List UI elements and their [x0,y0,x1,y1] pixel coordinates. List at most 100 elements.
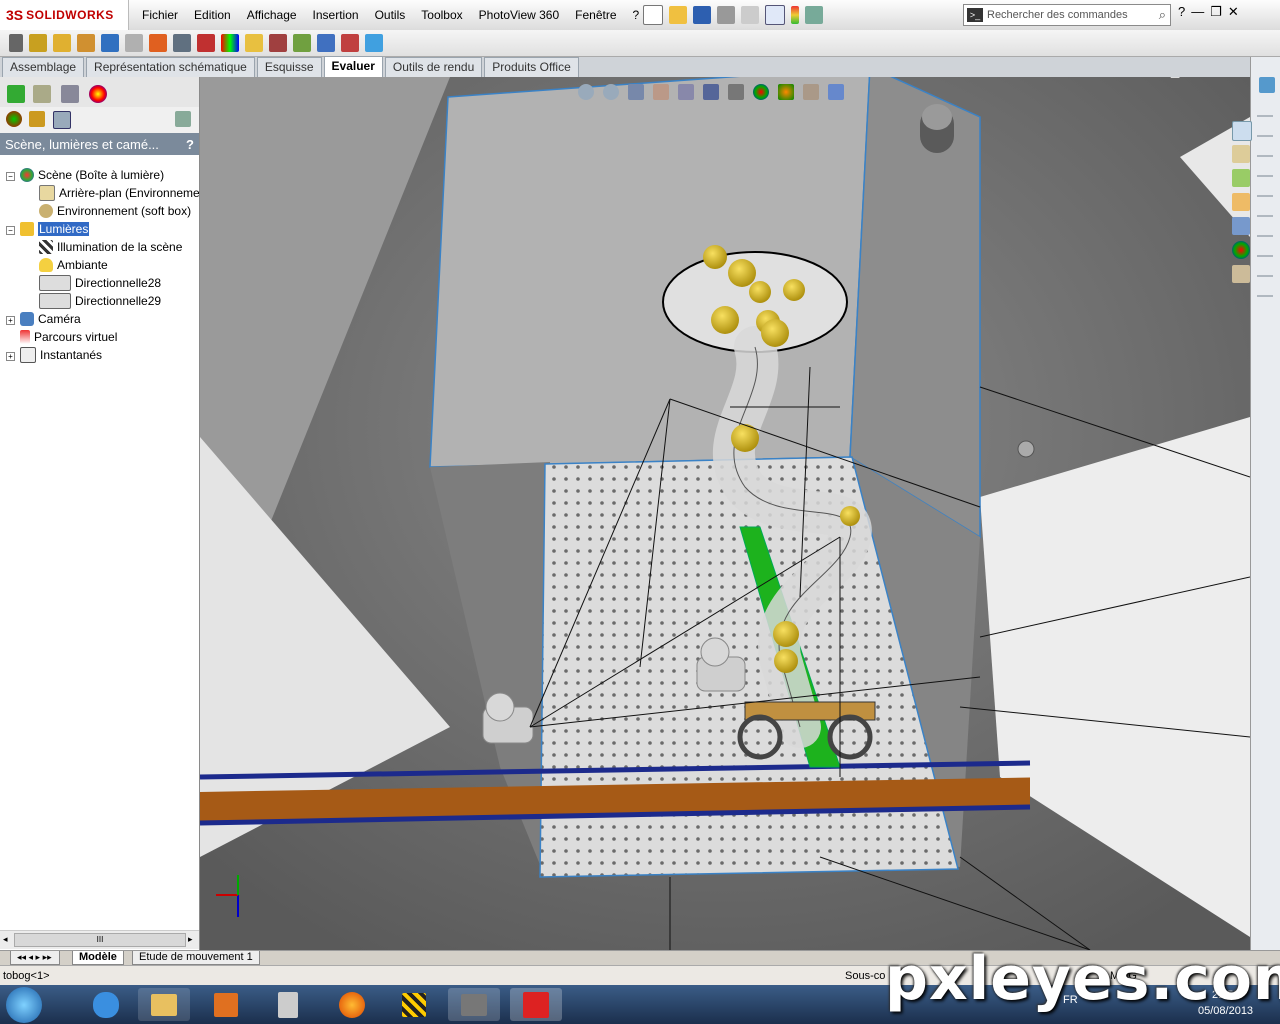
view-settings-icon[interactable] [803,84,819,100]
display-style-icon[interactable] [703,84,719,100]
taskbar-internet-explorer[interactable] [80,988,132,1021]
viewport-minimize-icon[interactable]: ▁ [1171,77,1179,78]
view-palette-icon[interactable] [1232,217,1250,235]
final-render-icon[interactable] [365,34,383,52]
assembly-tool-icon[interactable] [9,34,23,52]
undo-icon[interactable] [741,6,759,24]
appearances-scenes-icon[interactable] [1232,241,1250,259]
scroll-left-icon[interactable]: ◂ [3,934,8,945]
zoom-to-fit-icon[interactable] [578,84,594,100]
tab-outils-rendu[interactable]: Outils de rendu [384,57,483,77]
tree-item-ambient[interactable]: Ambiante [39,256,108,274]
expand-lights[interactable]: − [6,226,15,235]
taskbar-explorer[interactable] [138,988,190,1021]
search-icon[interactable]: ⌕ [1159,7,1166,23]
menu-fichier[interactable]: Fichier [134,8,186,22]
rebuild-icon[interactable] [791,6,799,24]
menu-affichage[interactable]: Affichage [239,8,305,22]
section-icon[interactable] [173,34,191,52]
file-explorer-icon[interactable] [1232,193,1250,211]
tab-evaluer[interactable]: Evaluer [323,56,383,77]
tab-model[interactable]: Modèle [72,951,124,965]
design-library-icon[interactable] [1232,121,1252,141]
taskbar-calculator[interactable] [262,988,314,1021]
start-button[interactable] [6,987,42,1023]
scene-lights-icon[interactable] [53,111,71,129]
taskbar-firefox[interactable] [326,988,378,1021]
explode-icon[interactable] [269,34,287,52]
zoom-area-icon[interactable] [603,84,619,100]
resources-icon[interactable] [1259,77,1275,93]
mate-icon[interactable] [53,34,71,52]
menu-toolbox[interactable]: Toolbox [413,8,470,22]
scroll-thumb[interactable]: III [14,933,186,947]
taskbar-solidworks[interactable] [510,988,562,1021]
viewport-close-icon[interactable]: ✕ [1205,77,1214,78]
move-component-icon[interactable] [77,34,95,52]
minimize-icon[interactable]: — [1191,4,1204,20]
taskbar-app[interactable] [388,988,440,1021]
edit-appearance-icon[interactable] [753,84,769,100]
home-icon[interactable] [1232,145,1250,163]
graphics-viewport[interactable]: ◧ ◨ ▁ ❐ ✕ [200,77,1250,950]
tree-item-illumination[interactable]: Illumination de la scène [39,238,182,256]
hide-show-icon[interactable] [101,34,119,52]
tree-item-directional29[interactable]: Directionnelle29 [39,292,161,310]
measure-icon[interactable] [125,34,143,52]
tree-item-snapshots[interactable]: Instantanés [20,346,102,364]
tab-representation[interactable]: Représentation schématique [86,57,255,77]
taskbar-media-player[interactable] [200,988,252,1021]
scroll-right-icon[interactable]: ▸ [188,934,193,945]
panel-options-icon[interactable] [175,111,191,127]
tab-nav-arrows[interactable]: ◂◂ ◂ ▸ ▸▸ [10,951,60,965]
tree-item-walkthrough[interactable]: Parcours virtuel [20,328,117,346]
mass-props-icon[interactable] [149,34,167,52]
open-folder-icon[interactable] [669,6,687,24]
tab-motion-study[interactable]: Etude de mouvement 1 [132,951,260,965]
menu-photoview[interactable]: PhotoView 360 [471,8,568,22]
menu-edition[interactable]: Edition [186,8,239,22]
command-search[interactable]: >_ Rechercher des commandes ⌕ [963,4,1171,26]
panel-help-icon[interactable]: ? [186,137,194,152]
taskbar-gimp[interactable] [448,988,500,1021]
restore-icon[interactable]: ❐ [1210,4,1222,20]
section-view-icon[interactable] [653,84,669,100]
options-icon[interactable] [805,6,823,24]
tree-item-background[interactable]: Arrière-plan (Environnement) [39,184,199,202]
menu-fenetre[interactable]: Fenêtre [567,8,624,22]
tab-produits-office[interactable]: Produits Office [484,57,579,77]
previous-view-icon[interactable] [628,84,644,100]
warning-icon[interactable] [245,34,263,52]
new-document-icon[interactable] [643,5,663,25]
menu-insertion[interactable]: Insertion [305,8,367,22]
check-icon[interactable] [293,34,311,52]
hide-items-icon[interactable] [728,84,744,100]
component-icon[interactable] [29,34,47,52]
tab-assemblage[interactable]: Assemblage [2,57,85,77]
appearance-icon[interactable] [221,34,239,52]
tree-item-scene[interactable]: Scène (Boîte à lumière) [20,166,164,184]
expand-snapshots[interactable]: + [6,352,15,361]
print-icon[interactable] [717,6,735,24]
tree-item-camera[interactable]: Caméra [20,310,81,328]
interference-icon[interactable] [197,34,215,52]
panel-horizontal-scrollbar[interactable]: ◂ III ▸ [0,930,199,949]
custom-properties-icon[interactable] [1232,265,1250,283]
toolbox-icon[interactable] [1232,169,1250,187]
apply-scene-icon[interactable] [778,84,794,100]
configuration-icon[interactable] [61,85,79,103]
tab-esquisse[interactable]: Esquisse [256,57,322,77]
viewport-prev-icon[interactable]: ◧ [1134,77,1144,78]
property-manager-icon[interactable] [33,85,51,103]
render-icon[interactable] [341,34,359,52]
viewport-restore-icon[interactable]: ❐ [1187,77,1197,78]
menu-outils[interactable]: Outils [367,8,414,22]
help-icon[interactable]: ? [1178,4,1185,20]
viewport-next-icon[interactable]: ◨ [1152,77,1162,78]
view-orientation-icon[interactable] [678,84,694,100]
expand-scene[interactable]: − [6,172,15,181]
display-manager-icon[interactable] [89,85,107,103]
tree-item-directional28[interactable]: Directionnelle28 [39,274,161,292]
decals-icon[interactable] [29,111,45,127]
photoview-icon[interactable] [317,34,335,52]
